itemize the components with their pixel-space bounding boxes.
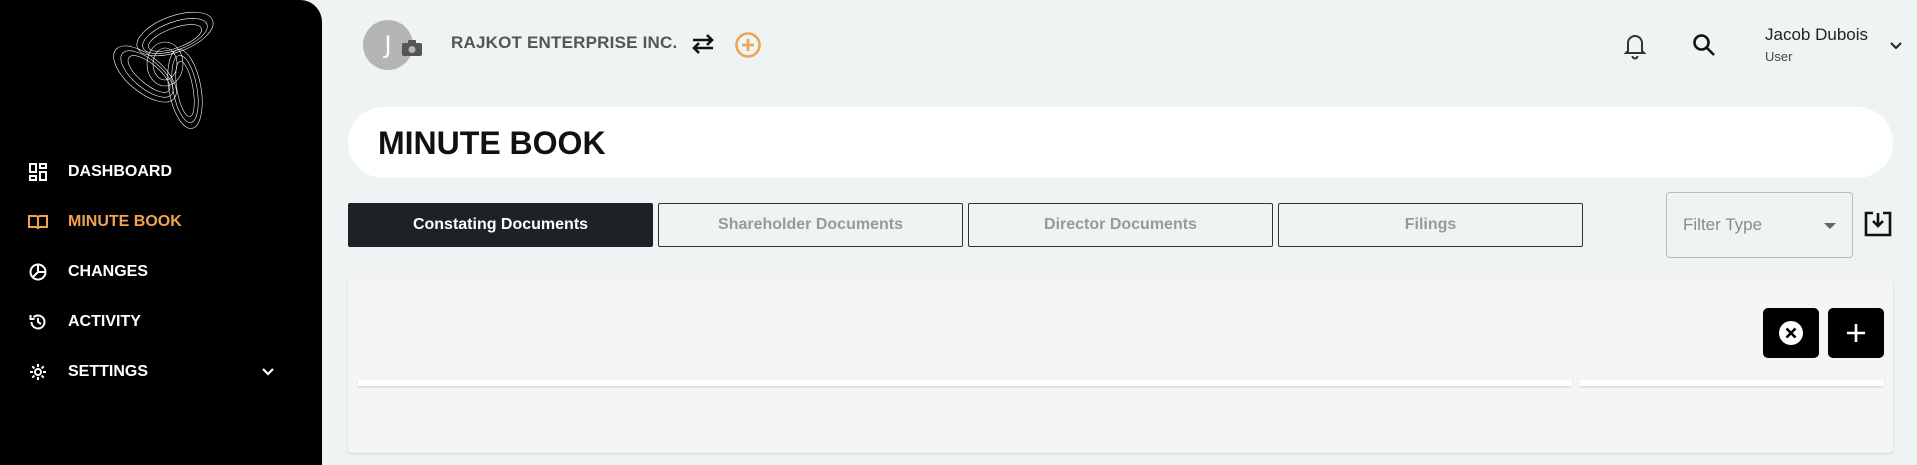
plus-icon: [1847, 324, 1865, 342]
search-icon[interactable]: [1691, 32, 1717, 58]
documents-panel: [348, 278, 1893, 453]
avatar-initial: J: [384, 31, 392, 59]
history-icon: [28, 312, 48, 332]
download-icon[interactable]: [1863, 210, 1893, 238]
dropdown-arrow-icon: [1824, 223, 1836, 229]
dashboard-icon: [28, 162, 48, 182]
user-role: User: [1765, 49, 1793, 64]
clear-button[interactable]: [1763, 308, 1819, 358]
page-title: MINUTE BOOK: [378, 125, 606, 161]
sidebar-item-label: MINUTE BOOK: [68, 213, 182, 230]
sidebar-item-label: CHANGES: [68, 263, 149, 280]
tab-filings[interactable]: Filings: [1278, 203, 1583, 247]
user-name[interactable]: Jacob Dubois: [1765, 25, 1868, 45]
sidebar-item-label: ACTIVITY: [68, 313, 141, 330]
sidebar-item-label: DASHBOARD: [68, 163, 172, 180]
add-circle-icon[interactable]: [734, 31, 762, 59]
sidebar-item-dashboard[interactable]: DASHBOARD: [28, 154, 290, 190]
chevron-down-icon[interactable]: [1888, 37, 1904, 53]
swap-icon[interactable]: [690, 31, 716, 57]
tab-constating-documents[interactable]: Constating Documents: [348, 203, 653, 247]
company-name: RAJKOT ENTERPRISE INC.: [451, 33, 678, 52]
sidebar-item-activity[interactable]: ACTIVITY: [28, 304, 290, 340]
tab-shareholder-documents[interactable]: Shareholder Documents: [658, 203, 963, 247]
bell-icon[interactable]: [1622, 32, 1648, 60]
add-button[interactable]: [1828, 308, 1884, 358]
gear-icon: [28, 362, 48, 382]
sidebar-item-label: SETTINGS: [68, 363, 149, 380]
table-header-divider: [358, 380, 1572, 386]
tab-director-documents[interactable]: Director Documents: [968, 203, 1273, 247]
changes-icon: [28, 262, 48, 282]
filter-placeholder: Filter Type: [1683, 215, 1763, 234]
chevron-down-icon: [262, 368, 274, 376]
sidebar-item-changes[interactable]: CHANGES: [28, 254, 290, 290]
book-icon: [28, 212, 48, 232]
sidebar-item-minute-book[interactable]: MINUTE BOOK: [28, 204, 290, 240]
sidebar-item-settings[interactable]: SETTINGS: [28, 354, 290, 390]
logo-icon: [113, 11, 214, 129]
page-title-bar: MINUTE BOOK: [348, 107, 1893, 178]
close-circle-icon: [1779, 321, 1803, 345]
table-header-divider: [1579, 380, 1884, 386]
sidebar: DASHBOARD MINUTE BOOK CHANGES ACTIVITY S…: [0, 0, 322, 465]
filter-type-select[interactable]: Filter Type: [1666, 192, 1853, 258]
camera-icon[interactable]: [399, 38, 425, 58]
